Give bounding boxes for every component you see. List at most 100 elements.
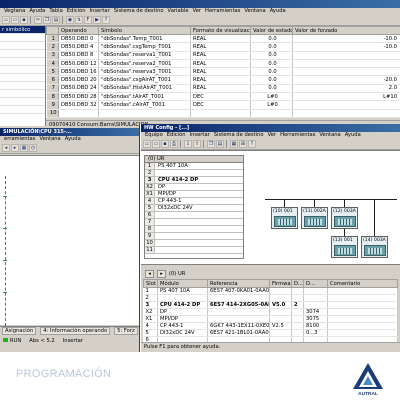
menu-item[interactable]: Tabla (49, 8, 62, 15)
status-value-cell[interactable]: 0.0 (250, 42, 293, 52)
format-cell[interactable]: REAL (190, 42, 251, 52)
save-icon[interactable]: ▪ (161, 140, 169, 148)
hw-config-titlebar[interactable]: HW Config - [...] (141, 124, 400, 132)
new-icon[interactable]: ▫ (143, 140, 151, 148)
table-row[interactable]: X2 DP 3074 (143, 308, 398, 316)
table-row[interactable]: 5 DI32xDC 24V 6ES7 421-1BL01-0AA0 0...3 (143, 329, 398, 337)
force-value-cell[interactable]: -20.0 (292, 75, 400, 85)
forward-arrow-icon[interactable]: ▸ (157, 269, 166, 278)
dp-slave-node[interactable]: (11) 002A (301, 207, 328, 229)
operand-cell[interactable]: DB50.DBD 32 (58, 100, 99, 110)
menu-item[interactable]: Edición (67, 8, 86, 15)
back-icon[interactable]: ◂ (2, 144, 10, 152)
help-icon[interactable]: ? (248, 140, 256, 148)
format-cell[interactable]: REAL (190, 51, 251, 60)
column-header[interactable]: Operando (58, 26, 99, 35)
column-header[interactable]: Slot (143, 279, 158, 288)
download-icon[interactable]: ⇩ (184, 140, 192, 148)
force-value-cell[interactable]: L#10 (292, 92, 400, 102)
column-header[interactable]: Referencia (207, 279, 270, 288)
table-row[interactable]: 1 DB50.DBD 0 "dbSondas".Temp_T001 REAL 0.0 -1… (46, 34, 400, 44)
back-arrow-icon[interactable]: ◂ (145, 269, 154, 278)
paste-icon[interactable]: ▤ (52, 16, 60, 24)
hw-station-view[interactable]: (0) UR 1 PS 407 10A 2 3 CPU 414-2 DP X2 DP X1 MP… (141, 150, 400, 264)
operand-cell[interactable]: DB50.DBD 12 (58, 59, 99, 69)
format-cell[interactable]: REAL (190, 84, 251, 94)
symbol-cell[interactable]: "dbSondas".tAlrAT_T001 (98, 92, 191, 102)
force-value-cell[interactable] (292, 59, 400, 69)
menu-item[interactable]: Ayuda (345, 132, 361, 139)
operand-cell[interactable]: DB50.DBD 4 (58, 42, 99, 52)
rack-ur[interactable]: (0) UR 1 PS 407 10A 2 3 CPU 414-2 DP X2 DP X1 MP… (144, 155, 244, 259)
menu-item[interactable]: Equipo (145, 132, 163, 139)
menu-item[interactable]: Ver (268, 132, 276, 139)
symbol-cell[interactable]: "dbSondas".csgAlrAT_T001 (98, 75, 191, 85)
rack-slot-row[interactable]: 6 (145, 212, 243, 219)
status-value-cell[interactable]: 0.0 (250, 67, 293, 77)
menu-item[interactable]: Variable (168, 8, 189, 15)
rack-slot-row[interactable]: 9 (145, 233, 243, 240)
menu-item[interactable]: Sistema de destino (114, 8, 164, 15)
operand-cell[interactable]: DB50.DBD 20 (58, 75, 99, 85)
clock-icon[interactable]: ◷ (29, 144, 37, 152)
status-value-cell[interactable]: L#0 (250, 92, 293, 102)
menu-item[interactable]: Ventana (319, 132, 340, 139)
menu-item[interactable]: Ventana (244, 8, 265, 15)
table-row[interactable]: 3 DB50.DBD 8 "dbSondas".reserva1_T001 REAL 0… (46, 51, 400, 60)
open-icon[interactable]: ▭ (152, 140, 160, 148)
new-icon[interactable]: ▫ (2, 16, 10, 24)
force-value-cell[interactable] (292, 109, 400, 119)
force-value-cell[interactable]: -10.0 (292, 42, 400, 52)
operand-cell[interactable]: DB50.DBD 0 (58, 34, 99, 44)
menu-item[interactable]: Vegtana (4, 8, 25, 15)
menu-item[interactable]: Insertar (190, 132, 210, 139)
rack-slot-row[interactable]: 8 (145, 226, 243, 233)
copy-icon[interactable]: ❐ (207, 140, 215, 148)
rack-slot-row[interactable]: 4 CP 443-1 (145, 198, 243, 205)
status-value-cell[interactable]: 0.0 (250, 75, 293, 85)
rack-slot-row[interactable]: 7 (145, 219, 243, 226)
menu-item[interactable]: Ver (193, 8, 201, 15)
format-cell[interactable]: REAL (190, 59, 251, 69)
operand-cell[interactable]: DB50.DBD 16 (58, 67, 99, 77)
forward-icon[interactable]: ▸ (11, 144, 19, 152)
menu-item[interactable]: Insertar (90, 8, 110, 15)
status-value-cell[interactable]: 0.0 (250, 59, 293, 69)
format-cell[interactable] (190, 109, 251, 119)
symbol-cell[interactable]: "dbSondas".HistAlrAT_T001 (98, 84, 191, 94)
operand-cell[interactable]: DB50.DBD 8 (58, 51, 99, 60)
column-header[interactable]: Firmware (269, 279, 292, 288)
format-cell[interactable]: REAL (190, 67, 251, 77)
copy-icon[interactable]: ❐ (43, 16, 51, 24)
table-row[interactable]: 2 (143, 294, 398, 302)
upload-icon[interactable]: ⇧ (193, 140, 201, 148)
table-row[interactable]: 4 CP 443-1 6GK7 443-1EX11-0XE0 V2.5 8100 (143, 322, 398, 330)
menu-item[interactable]: Ayuda (29, 8, 45, 15)
symbol-cell[interactable]: "dbSondas".Temp_T001 (98, 34, 191, 44)
tab-force[interactable]: 5: Forz (114, 327, 138, 335)
menu-item[interactable]: erramientas (4, 136, 35, 143)
rack-slot-row[interactable]: X2 DP (145, 184, 243, 191)
rack-slot-row[interactable]: 2 (145, 170, 243, 177)
table-row[interactable]: 7 DB50.DBD 24 "dbSondas".HistAlrAT_T001 REA… (46, 84, 400, 94)
table-row[interactable]: 4 DB50.DBD 12 "dbSondas".reserva2_T001 REAL… (46, 59, 400, 69)
netpro-icon[interactable]: ⊞ (239, 140, 247, 148)
table-row[interactable]: 10 (46, 109, 400, 119)
status-value-cell[interactable]: 0.0 (250, 34, 293, 44)
dp-slave-node[interactable]: (13) 001 (331, 236, 358, 258)
open-icon[interactable]: ▭ (11, 16, 19, 24)
status-value-cell[interactable]: 0.0 (250, 84, 293, 94)
dp-slave-node[interactable]: (12) 003A (331, 207, 358, 229)
tab-assignment[interactable]: Asignación (2, 327, 37, 335)
help-icon[interactable]: ? (102, 16, 110, 24)
tab-operand-info[interactable]: 4: Información operando (40, 327, 111, 335)
rack-slot-row[interactable]: 3 CPU 414-2 DP (145, 177, 243, 184)
format-cell[interactable]: DEC (190, 92, 251, 102)
modify-icon[interactable]: ↯ (75, 16, 83, 24)
dp-slave-node[interactable]: (10) 001 (271, 207, 298, 229)
format-cell[interactable]: REAL (190, 34, 251, 44)
column-header[interactable]: Módulo (157, 279, 208, 288)
rack-slot-row[interactable]: 11 (145, 247, 243, 254)
table-row[interactable]: X1 MPI/DP 3075 (143, 315, 398, 323)
symbol-cell[interactable]: "dbSondas".cAlrAT_T001 (98, 100, 191, 110)
